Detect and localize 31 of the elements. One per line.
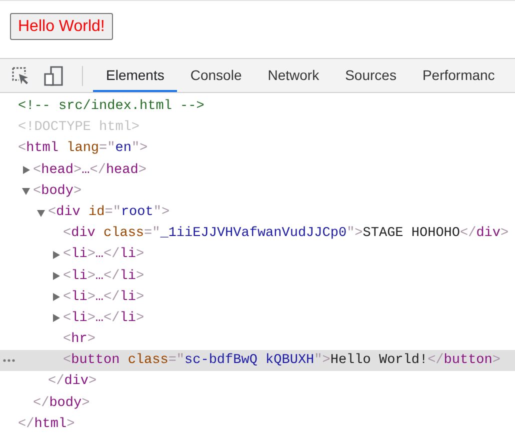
code-line: <li>…</li> <box>63 268 144 286</box>
code-line: <!DOCTYPE html> <box>18 119 140 138</box>
code-line: <li>…</li> <box>63 246 144 264</box>
code-line: <div class="_1iiEJJVHVafwanVudJJCp0">STAGE HOHOHO</div> <box>63 225 509 244</box>
caret-right-icon[interactable] <box>52 314 60 322</box>
code-line: </div> <box>48 373 97 392</box>
caret-right-icon[interactable] <box>52 250 60 259</box>
code-line: <li>…</li> <box>63 288 144 307</box>
caret-down-icon[interactable] <box>22 187 30 196</box>
panel-tab[interactable]: Elements <box>93 59 178 92</box>
device-toolbar-icon[interactable] <box>44 66 64 86</box>
more-options-icon[interactable] <box>3 359 15 362</box>
panel-tab[interactable]: Console <box>177 59 255 92</box>
caret-right-icon[interactable] <box>22 166 30 174</box>
caret-right-icon[interactable] <box>52 272 60 280</box>
code-line: <li>…</li> <box>63 310 144 328</box>
code-line: <button class="sc-bdfBwQ kQBUXH">Hello World!</button> <box>63 352 500 370</box>
panel-tab[interactable]: Sources <box>332 59 410 92</box>
code-line: <head>…</head> <box>33 162 146 180</box>
caret-right-icon[interactable] <box>52 293 60 302</box>
caret-down-icon[interactable] <box>37 208 45 217</box>
panel-tab[interactable]: Network <box>254 59 332 92</box>
code-line: <html lang="en"> <box>18 140 148 158</box>
code-line: <hr> <box>63 331 96 350</box>
code-line: <div id="root"> <box>48 204 170 222</box>
code-line: </body> <box>33 394 90 413</box>
code-line: <!-- src/index.html --> <box>18 98 204 116</box>
code-line: </html> <box>18 416 75 434</box>
panel-tab[interactable]: Performanc <box>409 59 495 92</box>
inspect-element-icon[interactable] <box>12 66 30 84</box>
code-line: <body> <box>33 182 82 201</box>
